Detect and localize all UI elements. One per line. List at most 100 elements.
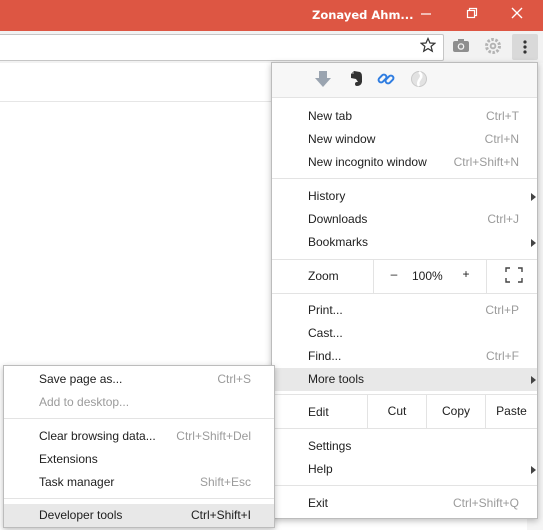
copy-button[interactable]: Copy [427,394,485,428]
more-tools-submenu: Save page as... Ctrl+S Add to desktop...… [3,365,275,528]
more-vert-icon [523,40,527,54]
menu-item-help[interactable]: Help [272,458,537,481]
menu-item-shortcut: Ctrl+S [217,372,251,386]
menu-item-shortcut: Ctrl+Shift+Q [452,496,519,510]
submenu-arrow-icon [531,466,536,474]
menu-item-label: Help [308,462,333,476]
restore-icon [466,7,478,19]
star-icon [419,37,437,53]
menu-item-shortcut: Shift+Esc [199,475,251,489]
menu-item-shortcut: Ctrl+F [486,349,519,363]
close-button[interactable] [505,3,529,25]
menu-item-shortcut: Ctrl+Shift+N [453,155,519,169]
menu-item-shortcut: Ctrl+T [486,109,519,123]
submenu-item-clear-browsing-data[interactable]: Clear browsing data... Ctrl+Shift+Del [4,425,274,448]
page-header-area [0,63,272,102]
submenu-item-add-to-desktop[interactable]: Add to desktop... [4,391,274,414]
menu-item-label: Extensions [39,452,98,466]
menu-item-label: Exit [308,496,329,510]
extension-icons-row [272,63,537,97]
menu-item-downloads[interactable]: Downloads Ctrl+J [272,208,537,231]
menu-item-settings[interactable]: Settings [272,435,537,458]
gear-icon [485,38,501,54]
menu-item-bookmarks[interactable]: Bookmarks [272,231,537,254]
menu-separator [4,418,274,419]
menu-item-label: More tools [308,372,365,386]
submenu-arrow-icon [531,193,536,201]
menu-item-cast[interactable]: Cast... [272,322,537,345]
menu-item-label: Find... [308,349,342,363]
fullscreen-button[interactable] [505,267,523,286]
bookmark-star-button[interactable] [419,37,437,56]
menu-separator [272,293,537,294]
menu-item-find[interactable]: Find... Ctrl+F [272,345,537,368]
menu-item-shortcut: Ctrl+P [485,303,519,317]
menu-item-shortcut: Ctrl+Shift+Del [176,429,251,443]
evernote-icon [351,71,362,86]
minimize-icon [421,13,431,15]
menu-item-new-window[interactable]: New window Ctrl+N [272,128,537,151]
download-arrow-icon [315,71,331,87]
menu-item-label: Developer tools [39,508,123,522]
menu-item-label: New window [308,132,376,146]
menu-separator [272,485,537,486]
menu-item-label: Add to desktop... [39,395,130,409]
link-icon [377,73,395,85]
submenu-item-extensions[interactable]: Extensions [4,448,274,471]
zoom-in-button[interactable]: + [458,267,474,281]
chrome-menu-button[interactable] [512,34,538,60]
extension-download-button[interactable] [313,69,333,89]
minimize-button[interactable] [414,3,438,25]
menu-item-shortcut: Ctrl+Shift+I [190,508,251,522]
menu-item-new-tab[interactable]: New tab Ctrl+T [272,105,537,128]
menu-separator [272,178,537,179]
menu-item-label: Downloads [308,212,368,226]
settings-extension-button[interactable] [484,37,502,58]
title-bar: Zonayed Ahm... [0,0,543,31]
camera-icon [453,39,469,52]
menu-separator [272,97,537,98]
menu-item-label: New tab [308,109,353,123]
restore-button[interactable] [460,3,484,25]
menu-item-label: Cast... [308,326,343,340]
menu-item-history[interactable]: History [272,185,537,208]
menu-item-label: Print... [308,303,343,317]
browser-toolbar [0,31,543,64]
cut-button[interactable]: Cut [368,394,426,428]
submenu-item-developer-tools[interactable]: Developer tools Ctrl+Shift+I [4,504,274,527]
menu-item-more-tools[interactable]: More tools [272,368,537,391]
menu-item-label: Save page as... [39,372,123,386]
extension-disabled-button[interactable] [409,69,429,89]
menu-item-label: Settings [308,439,352,453]
extension-icon [411,71,427,87]
menu-separator [272,428,537,429]
fullscreen-icon [505,267,523,283]
menu-item-label: Bookmarks [308,235,369,249]
submenu-arrow-icon [531,376,536,384]
submenu-item-save-page-as[interactable]: Save page as... Ctrl+S [4,368,274,391]
edit-row: Edit Cut Copy Paste [272,394,537,428]
menu-separator [4,498,274,499]
edit-label: Edit [308,405,329,419]
menu-item-label: Clear browsing data... [39,429,156,443]
menu-item-exit[interactable]: Exit Ctrl+Shift+Q [272,492,537,515]
menu-item-shortcut: Ctrl+N [484,132,519,146]
paste-button[interactable]: Paste [486,394,537,428]
menu-item-shortcut: Ctrl+J [487,212,519,226]
zoom-label: Zoom [308,269,339,283]
extension-evernote-button[interactable] [346,69,366,89]
zoom-out-button[interactable]: – [386,267,402,281]
chrome-main-menu: New tab Ctrl+T New window Ctrl+N New inc… [271,62,538,519]
submenu-item-task-manager[interactable]: Task manager Shift+Esc [4,471,274,494]
menu-item-label: Task manager [39,475,115,489]
menu-item-new-incognito-window[interactable]: New incognito window Ctrl+Shift+N [272,151,537,174]
zoom-level: 100% [412,269,443,283]
address-bar[interactable] [0,34,444,61]
zoom-divider [373,259,374,293]
profile-name[interactable]: Zonayed Ahm... [312,8,414,22]
menu-item-print[interactable]: Print... Ctrl+P [272,299,537,322]
submenu-arrow-icon [531,239,536,247]
screenshot-extension-button[interactable] [452,37,470,56]
menu-item-label: New incognito window [308,155,427,169]
extension-link-button[interactable] [376,69,396,89]
